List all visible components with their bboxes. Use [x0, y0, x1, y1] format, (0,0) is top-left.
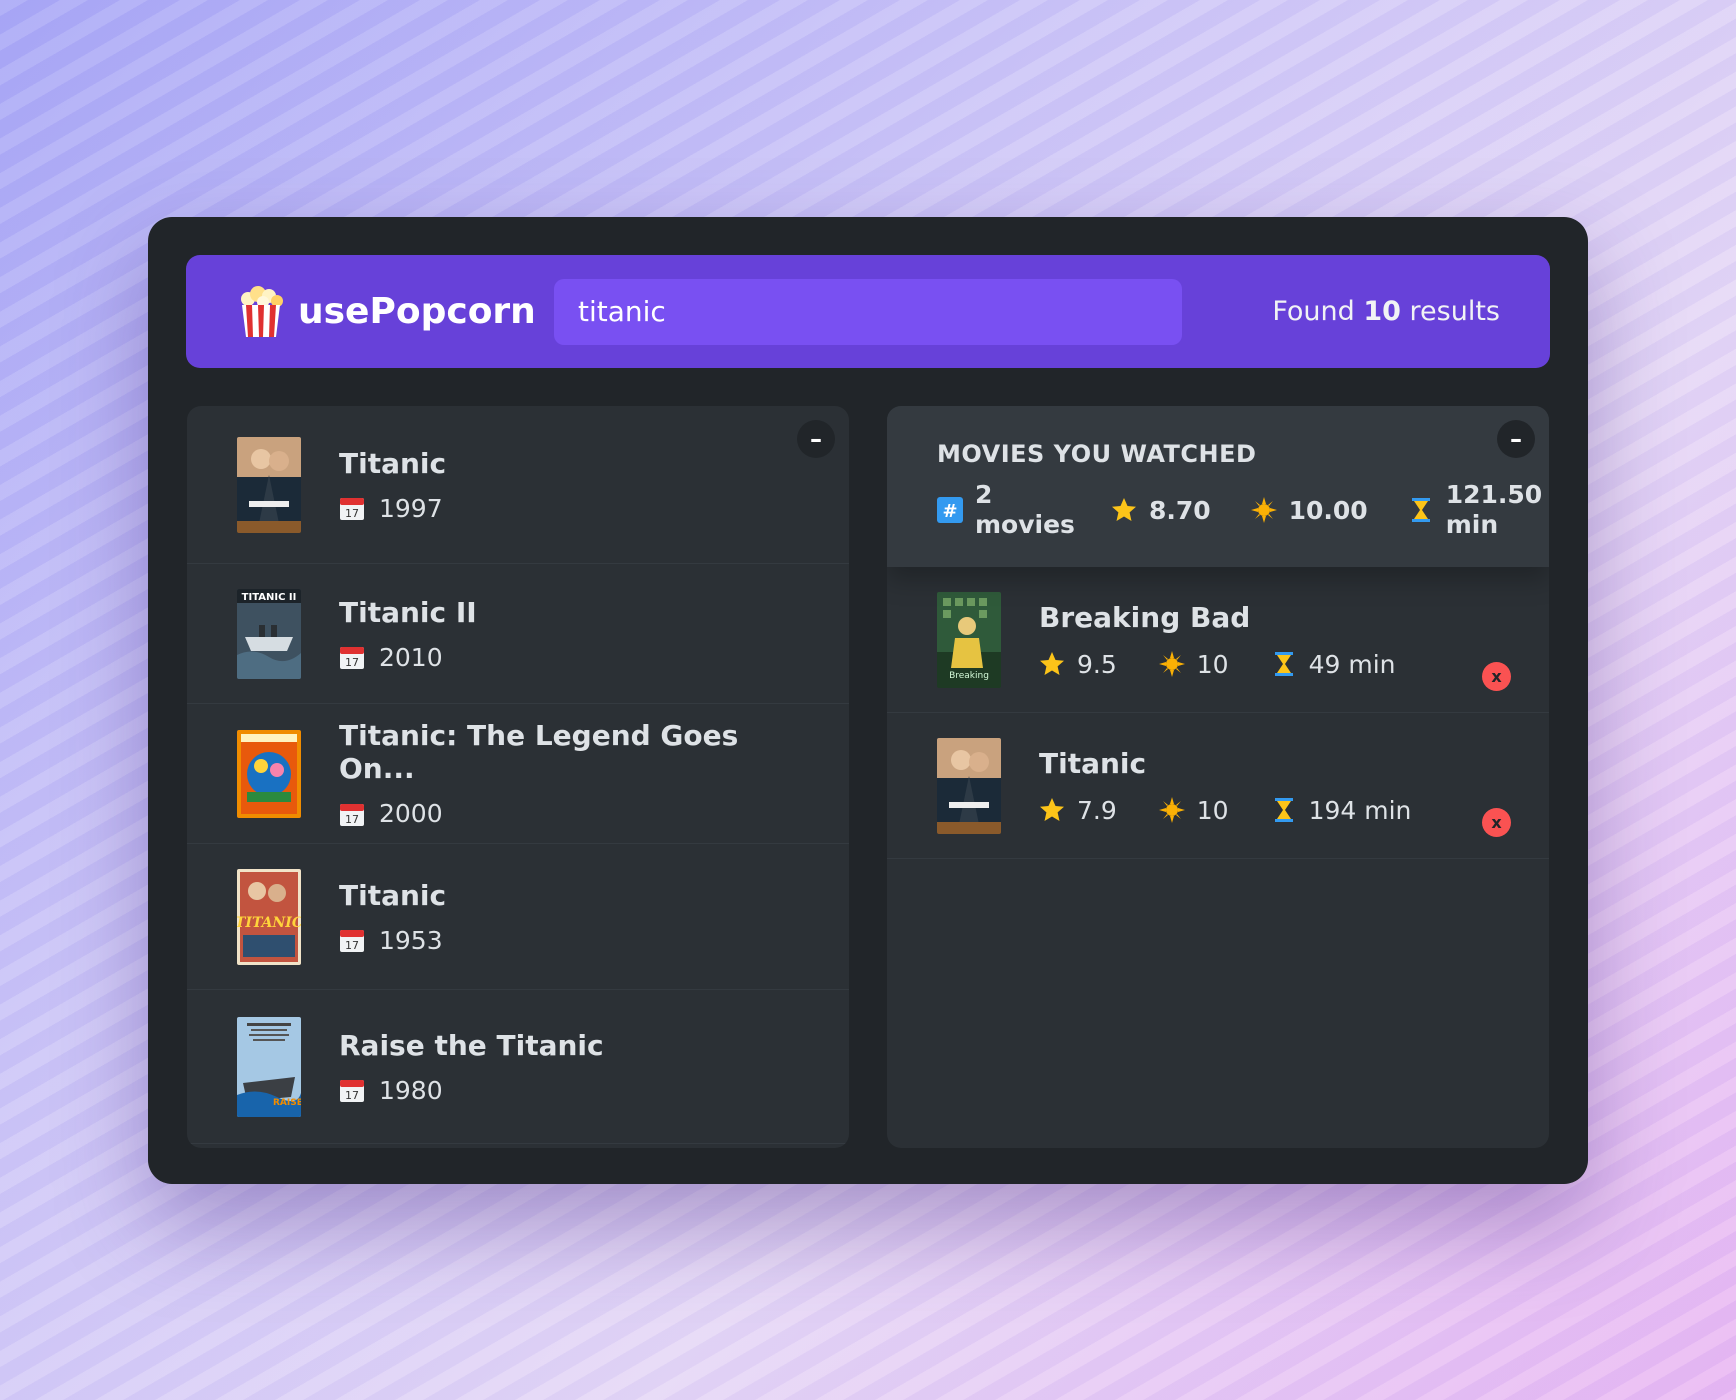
hash-icon: # — [937, 497, 963, 523]
avg-user-rating: 10.00 — [1288, 495, 1368, 525]
titanic-1997-poster-icon — [237, 436, 301, 533]
breaking-bad-poster-icon: Breaking — [937, 591, 1001, 688]
movie-year: 2010 — [379, 642, 443, 672]
movie-title: Titanic — [339, 446, 447, 480]
svg-text:17: 17 — [345, 939, 359, 952]
svg-text:RAISE: RAISE — [273, 1098, 301, 1108]
titanic-legend-poster-icon — [237, 729, 301, 818]
movie-year: 1980 — [379, 1075, 443, 1105]
svg-text:#: # — [942, 501, 957, 522]
watched-box: – MOVIES YOU WATCHED # 2 movies 8.70 10.… — [887, 406, 1549, 1148]
watched-count-unit: movies — [975, 510, 1075, 539]
sparkle-icon — [1250, 497, 1277, 523]
collapse-search-results-button[interactable]: – — [797, 420, 835, 458]
movie-list-item[interactable]: Titanic: The Legend Goes On... 17 2000 — [187, 704, 849, 844]
watched-movie-title: Titanic — [1039, 746, 1147, 780]
watched-movie-title: Breaking Bad — [1039, 600, 1251, 634]
hourglass-icon — [1274, 652, 1293, 676]
sparkle-icon — [1158, 797, 1185, 823]
user-rating: 10 — [1196, 795, 1229, 825]
avg-imdb-rating: 8.70 — [1148, 495, 1211, 525]
svg-text:TITANIC II: TITANIC II — [242, 592, 297, 603]
star-icon — [1040, 798, 1064, 821]
delete-watched-button[interactable]: x — [1482, 808, 1511, 837]
svg-text:17: 17 — [345, 813, 359, 826]
movie-list-item[interactable]: TITANIC II Titanic II 17 2010 — [187, 564, 849, 704]
watched-count: 2 — [975, 480, 993, 509]
raise-the-titanic-poster-icon: RAISE — [237, 1016, 301, 1117]
logo: usePopcorn — [236, 285, 554, 339]
search-results-box: – Titanic 17 1997 TITANIC II Titanic II … — [187, 406, 849, 1148]
runtime: 194 min — [1308, 795, 1412, 825]
calendar-icon: 17 — [340, 647, 364, 669]
movie-title: Titanic: The Legend Goes On... — [339, 719, 739, 785]
movie-year: 2000 — [379, 799, 443, 828]
results-count-text: Found 10 results — [1272, 296, 1500, 327]
watched-summary: MOVIES YOU WATCHED # 2 movies 8.70 10.00 — [887, 406, 1549, 567]
movie-title: Titanic — [339, 878, 447, 912]
svg-text:17: 17 — [345, 1089, 359, 1102]
titanic-poster-icon — [937, 737, 1001, 834]
collapse-watched-button[interactable]: – — [1497, 420, 1535, 458]
calendar-icon: 17 — [340, 1080, 364, 1102]
titanic-ii-poster-icon: TITANIC II — [237, 588, 301, 679]
avg-runtime: 121.50 — [1445, 480, 1543, 509]
runtime: 49 min — [1308, 649, 1396, 679]
watched-list-item[interactable]: Titanic 7.9 10 194 min x — [887, 713, 1549, 859]
hourglass-icon — [1274, 798, 1293, 822]
watched-summary-heading: MOVIES YOU WATCHED — [937, 440, 1257, 468]
movie-year: 1953 — [379, 925, 443, 955]
sparkle-icon — [1158, 651, 1185, 677]
calendar-icon: 17 — [340, 930, 364, 952]
user-rating: 10 — [1196, 649, 1229, 679]
calendar-icon: 17 — [340, 498, 364, 520]
imdb-rating: 7.9 — [1077, 795, 1117, 825]
app-title: usePopcorn — [298, 291, 536, 332]
movie-title: Raise the Titanic — [339, 1028, 604, 1062]
movie-list-item[interactable]: Titanic 17 1997 — [187, 406, 849, 564]
popcorn-icon — [241, 285, 283, 337]
movie-title: Titanic II — [339, 595, 477, 629]
delete-watched-button[interactable]: x — [1482, 662, 1511, 691]
watched-list-item[interactable]: Breaking Breaking Bad 9.5 10 49 min x — [887, 567, 1549, 713]
movie-year: 1997 — [379, 493, 443, 523]
star-icon — [1111, 498, 1136, 521]
calendar-icon: 17 — [340, 803, 364, 826]
avg-runtime-unit: min — [1445, 510, 1499, 539]
results-prefix: Found — [1272, 296, 1355, 327]
hourglass-icon — [1411, 498, 1430, 522]
navbar: usePopcorn Found 10 results — [186, 255, 1550, 368]
results-count: 10 — [1363, 296, 1401, 327]
titanic-1953-poster-icon: TITANIC — [237, 868, 301, 965]
svg-text:17: 17 — [345, 507, 359, 520]
svg-text:17: 17 — [345, 656, 359, 669]
movie-list-item[interactable]: TITANIC Titanic 17 1953 — [187, 844, 849, 990]
imdb-rating: 9.5 — [1077, 649, 1117, 679]
results-suffix: results — [1409, 296, 1500, 327]
search-input[interactable] — [554, 278, 1182, 345]
app-window: usePopcorn Found 10 results – — [148, 217, 1588, 1184]
svg-text:Breaking: Breaking — [949, 671, 989, 681]
star-icon — [1040, 652, 1064, 675]
movie-list-item[interactable]: RAISE Raise the Titanic 17 1980 — [187, 990, 849, 1144]
svg-text:TITANIC: TITANIC — [237, 915, 301, 931]
